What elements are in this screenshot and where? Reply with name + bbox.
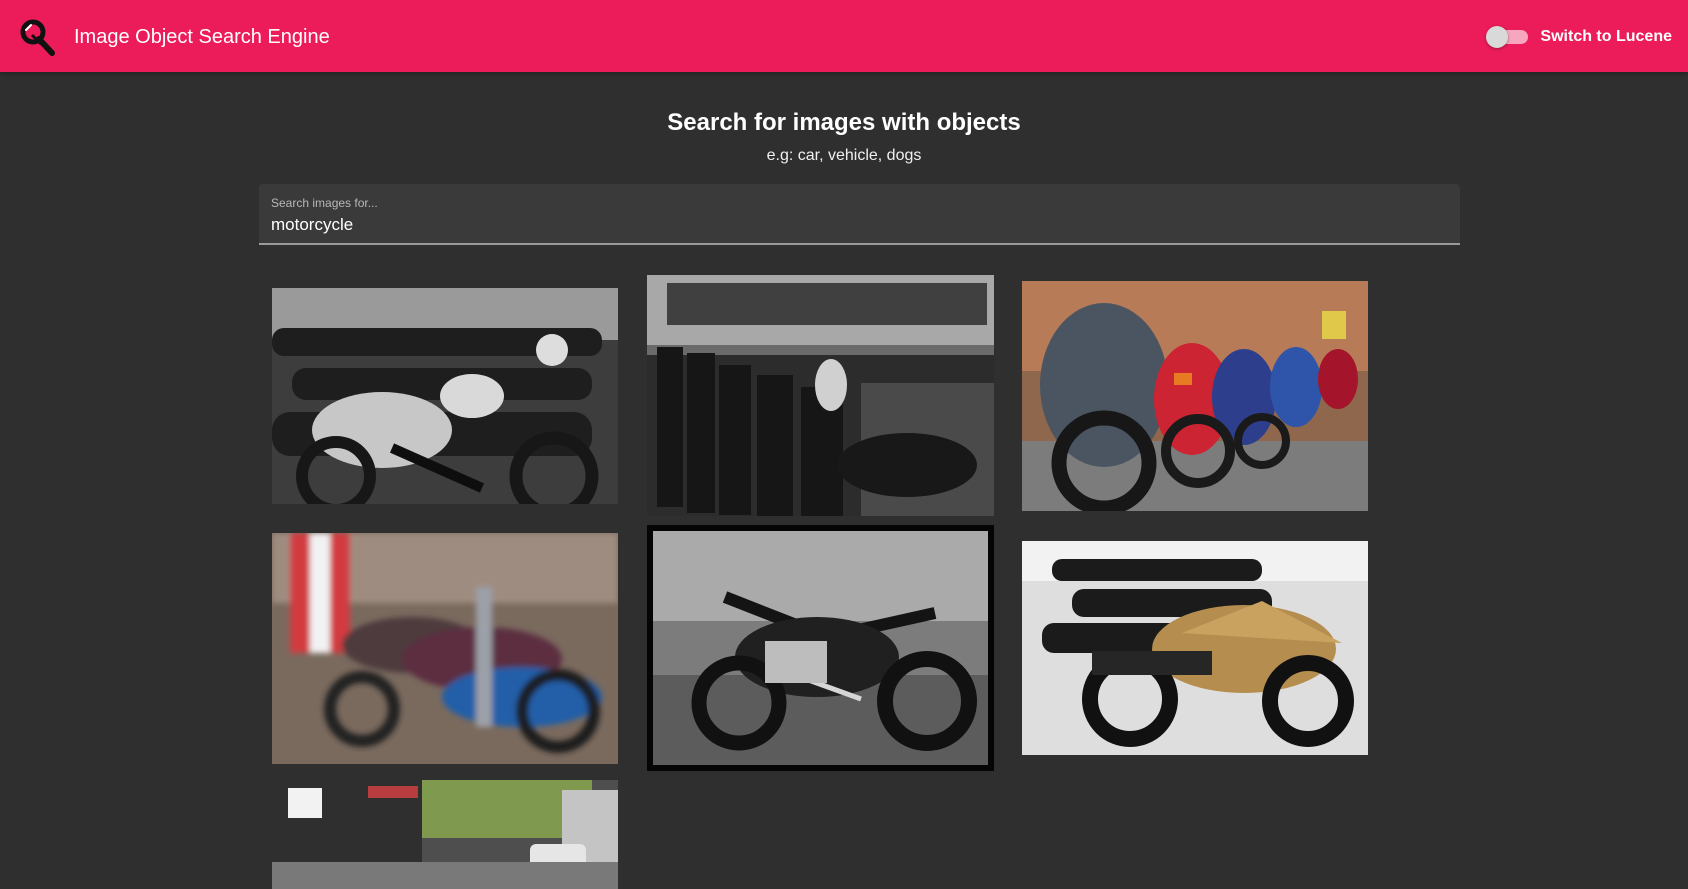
result-image-4[interactable] [272,533,618,764]
top-app-bar: Image Object Search Engine Switch to Luc… [0,0,1688,72]
search-field[interactable]: Search images for... [259,184,1460,245]
motorcycle-photo [272,533,618,764]
search-input[interactable] [271,213,1441,237]
result-image-2[interactable] [647,275,994,516]
result-image-7[interactable] [272,780,618,889]
result-image-1[interactable] [272,288,618,504]
search-field-label: Search images for... [271,196,378,210]
motorcycle-photo [647,275,994,516]
switch-to-lucene-label[interactable]: Switch to Lucene [1540,28,1672,46]
result-image-3[interactable] [1022,281,1368,511]
result-image-6[interactable] [1022,541,1368,755]
motorcycle-photo [1022,541,1368,755]
search-examples: e.g: car, vehicle, dogs [766,147,922,164]
street-photo [272,780,618,889]
toggle-thumb[interactable] [1486,26,1509,48]
result-image-5[interactable] [647,525,994,771]
image-search-app: Image Object Search Engine Switch to Luc… [0,0,1688,889]
lucene-switch-control[interactable]: Switch to Lucene [1486,24,1672,50]
search-heading: Search for images with objects [667,109,1021,136]
lucene-toggle[interactable] [1486,26,1529,48]
motorcycle-photo [647,525,994,771]
motorcycle-photo [272,288,618,504]
motorcycle-photo [1022,281,1368,511]
app-title: Image Object Search Engine [74,26,330,48]
magnifier-q-icon[interactable] [18,17,58,57]
